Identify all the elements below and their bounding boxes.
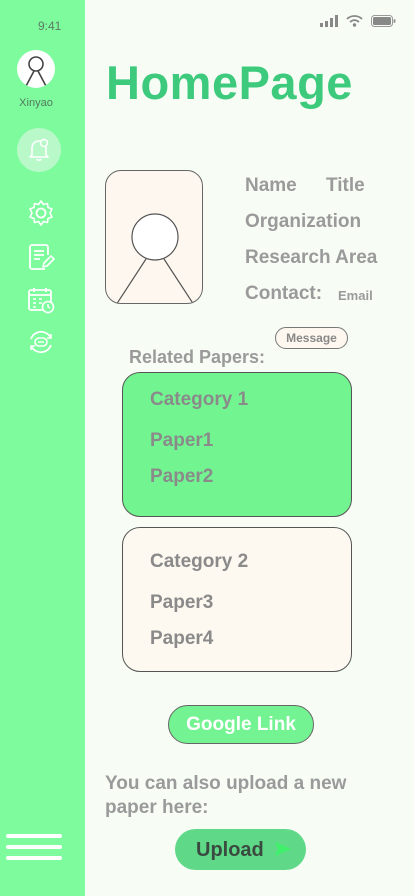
person-placeholder-icon	[116, 213, 194, 303]
paper-link[interactable]: Paper3	[150, 592, 213, 614]
profile-organization: Organization	[245, 211, 362, 232]
paper-link[interactable]: Paper2	[150, 466, 213, 488]
user-name: Xinyao	[19, 97, 53, 109]
category-card-1[interactable]: Category 1 Paper1 Paper2	[122, 372, 352, 517]
send-arrow-icon	[275, 842, 291, 856]
contact-label: Contact:	[245, 283, 323, 304]
profile-research-area: Research Area	[245, 247, 378, 268]
battery-icon	[371, 15, 396, 27]
category-card-2[interactable]: Category 2 Paper3 Paper4	[122, 527, 352, 672]
wifi-icon	[346, 15, 363, 27]
user-avatar[interactable]	[17, 50, 55, 88]
page-title: HomePage	[106, 56, 353, 109]
related-papers-label: Related Papers:	[129, 347, 266, 367]
category-title: Category 1	[150, 389, 249, 410]
signal-icon	[320, 15, 338, 27]
edit-document-icon[interactable]	[27, 243, 55, 271]
upload-button[interactable]: Upload	[175, 829, 306, 870]
contact-email[interactable]: Email	[338, 288, 373, 303]
status-indicators	[320, 15, 396, 27]
upload-prompt: You can also upload a new paper here:	[105, 773, 347, 818]
menu-icon[interactable]	[6, 834, 62, 864]
gear-icon[interactable]	[27, 199, 55, 227]
profile-name: Name	[245, 175, 297, 196]
profile-title: Title	[326, 175, 365, 196]
avatar-icon	[24, 56, 48, 88]
google-link-button[interactable]: Google Link	[168, 705, 314, 744]
paper-link[interactable]: Paper4	[150, 628, 213, 650]
calendar-clock-icon[interactable]	[27, 286, 55, 314]
upload-button-label: Upload	[196, 839, 264, 861]
message-button[interactable]: Message	[275, 327, 348, 349]
profile-photo	[105, 170, 203, 304]
bell-icon	[29, 138, 49, 161]
notifications-button[interactable]	[17, 128, 61, 172]
status-time: 9:41	[38, 19, 62, 33]
sync-icon[interactable]	[27, 328, 55, 356]
category-title: Category 2	[150, 551, 249, 572]
sidebar: 9:41 Xinyao	[0, 0, 85, 896]
paper-link[interactable]: Paper1	[150, 430, 213, 452]
